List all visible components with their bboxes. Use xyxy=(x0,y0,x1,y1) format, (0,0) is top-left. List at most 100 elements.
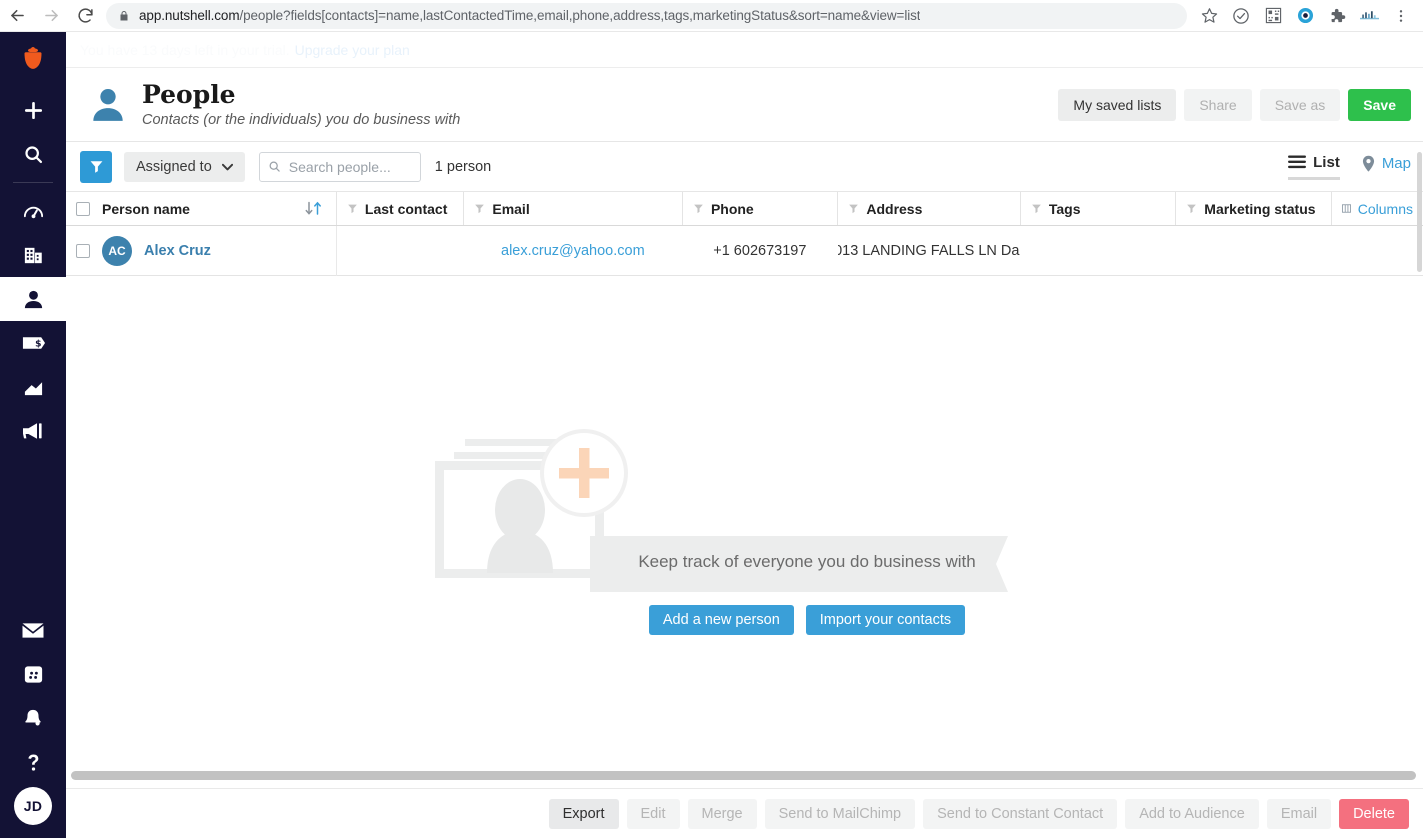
row-checkbox[interactable] xyxy=(76,243,90,258)
assigned-to-dropdown[interactable]: Assigned to xyxy=(124,151,245,182)
column-header-address[interactable]: Address xyxy=(837,192,1020,225)
sidebar-item-help[interactable] xyxy=(0,740,66,784)
email-button[interactable]: Email xyxy=(1266,798,1332,829)
sidebar-item-leads[interactable]: $ xyxy=(0,321,66,365)
add-new-person-button[interactable]: Add a new person xyxy=(648,605,794,635)
bulk-actions-bar: Export Edit Merge Send to MailChimp Send… xyxy=(66,788,1423,838)
column-header-marketing-status[interactable]: Marketing status xyxy=(1175,192,1330,225)
cell-email: alex.cruz@yahoo.com xyxy=(464,226,683,276)
sidebar-item-reports[interactable] xyxy=(0,365,66,409)
person-name-link[interactable]: Alex Cruz xyxy=(144,243,211,259)
sidebar-item-dashboard[interactable] xyxy=(0,189,66,233)
save-as-button[interactable]: Save as xyxy=(1259,88,1341,121)
send-to-constant-contact-button[interactable]: Send to Constant Contact xyxy=(923,798,1118,829)
person-icon xyxy=(24,290,42,308)
bookmark-star-button[interactable] xyxy=(1193,1,1225,31)
merge-button[interactable]: Merge xyxy=(687,798,757,829)
funnel-icon xyxy=(90,161,102,173)
search-input[interactable] xyxy=(288,158,412,175)
building-icon xyxy=(24,247,42,263)
chart-icon xyxy=(24,381,42,395)
forward-button[interactable] xyxy=(34,1,68,31)
sidebar-item-add[interactable] xyxy=(0,88,66,132)
edit-button[interactable]: Edit xyxy=(626,798,680,829)
eye-target-button[interactable] xyxy=(1289,1,1321,31)
add-to-audience-button[interactable]: Add to Audience xyxy=(1125,798,1259,829)
select-all-checkbox[interactable] xyxy=(76,201,90,216)
extensions-puzzle-icon xyxy=(1331,8,1346,22)
cell-marketing-status xyxy=(1175,226,1330,276)
cell-tags xyxy=(1020,226,1175,276)
view-toggle-list[interactable]: List xyxy=(1288,154,1340,180)
cell-last-contact xyxy=(336,225,464,276)
column-header-phone[interactable]: Phone xyxy=(681,192,837,225)
main-content: You have 13 days left in your trial. Upg… xyxy=(66,32,1423,838)
upgrade-plan-link[interactable]: Upgrade your plan xyxy=(295,42,410,58)
page-title: People xyxy=(142,80,236,110)
search-icon xyxy=(24,145,42,163)
columns-icon xyxy=(1341,204,1351,213)
search-people-box[interactable] xyxy=(258,151,421,182)
bell-icon xyxy=(25,709,41,725)
my-saved-lists-button[interactable]: My saved lists xyxy=(1058,88,1177,121)
reload-icon xyxy=(77,8,93,23)
sidebar-item-companies[interactable] xyxy=(0,233,66,277)
view-toggle: List Map xyxy=(1288,154,1411,180)
column-header-tags-label: Tags xyxy=(1048,200,1081,217)
column-header-last-contact[interactable]: Last contact xyxy=(335,192,463,225)
sidebar-divider xyxy=(13,182,53,183)
email-link[interactable]: alex.cruz@yahoo.com xyxy=(501,243,645,259)
vertical-scrollbar-thumb[interactable] xyxy=(1417,152,1422,272)
app-sidebar: $ JD xyxy=(0,32,66,838)
column-header-tags[interactable]: Tags xyxy=(1019,192,1175,225)
address-bar[interactable]: app.nutshell.com/people?fields[contacts]… xyxy=(106,2,1187,29)
nutshell-logo-button[interactable] xyxy=(0,32,66,88)
empty-state-inner: Keep track of everyone you do business w… xyxy=(434,417,1055,647)
columns-button[interactable]: Columns xyxy=(1330,192,1423,225)
table-row[interactable]: AC Alex Cruz alex.cruz@yahoo.com +1 6026… xyxy=(66,225,1423,276)
sidebar-item-activity[interactable] xyxy=(0,652,66,696)
row-avatar: AC xyxy=(102,235,132,266)
sidebar-item-account[interactable]: JD xyxy=(0,784,66,828)
analytics-extension-button[interactable] xyxy=(1353,1,1385,31)
sidebar-item-email[interactable] xyxy=(0,608,66,652)
filter-button[interactable] xyxy=(80,150,112,183)
sidebar-item-search[interactable] xyxy=(0,132,66,176)
reload-button[interactable] xyxy=(68,1,102,31)
horizontal-scrollbar-thumb[interactable] xyxy=(71,771,1416,780)
share-button[interactable]: Share xyxy=(1184,88,1252,121)
qr-code-button[interactable] xyxy=(1257,1,1289,31)
column-header-email[interactable]: Email xyxy=(463,192,682,225)
empty-state-message: Keep track of everyone you do business w… xyxy=(638,552,976,571)
table-header-row: Person name Last contact Email Phone Add… xyxy=(66,192,1423,226)
view-toggle-map[interactable]: Map xyxy=(1362,155,1411,178)
delete-button[interactable]: Delete xyxy=(1339,798,1409,829)
page-header-actions: My saved lists Share Save as Save xyxy=(1058,88,1411,121)
people-table: Person name Last contact Email Phone Add… xyxy=(66,192,1423,276)
lock-icon xyxy=(120,10,128,20)
eye-target-icon xyxy=(1297,7,1313,24)
sidebar-item-marketing[interactable] xyxy=(0,409,66,453)
export-button[interactable]: Export xyxy=(548,798,619,829)
view-toggle-list-label: List xyxy=(1313,153,1340,171)
check-circle-button[interactable] xyxy=(1225,1,1257,31)
sidebar-item-notifications[interactable] xyxy=(0,696,66,740)
save-button[interactable]: Save xyxy=(1348,88,1411,121)
column-header-person-name[interactable]: Person name xyxy=(66,192,336,225)
column-header-address-label: Address xyxy=(866,200,923,217)
chrome-menu-button[interactable] xyxy=(1385,1,1417,31)
back-button[interactable] xyxy=(0,1,34,31)
horizontal-scrollbar[interactable] xyxy=(71,771,1416,780)
page-subtitle: Contacts (or the individuals) you do bus… xyxy=(142,111,461,128)
funnel-icon xyxy=(1032,204,1041,214)
extensions-button[interactable] xyxy=(1321,1,1353,31)
send-to-mailchimp-button[interactable]: Send to MailChimp xyxy=(764,798,916,829)
vertical-scrollbar[interactable] xyxy=(1416,32,1423,838)
chrome-menu-icon xyxy=(1399,9,1403,22)
column-header-marketing-status-label: Marketing status xyxy=(1204,200,1316,217)
sidebar-item-people[interactable] xyxy=(0,277,66,321)
page-title-group: People Contacts (or the individuals) you… xyxy=(142,81,1058,128)
import-contacts-button[interactable]: Import your contacts xyxy=(805,605,966,635)
forward-arrow-icon xyxy=(44,9,58,22)
sort-arrows-icon[interactable] xyxy=(304,201,326,216)
